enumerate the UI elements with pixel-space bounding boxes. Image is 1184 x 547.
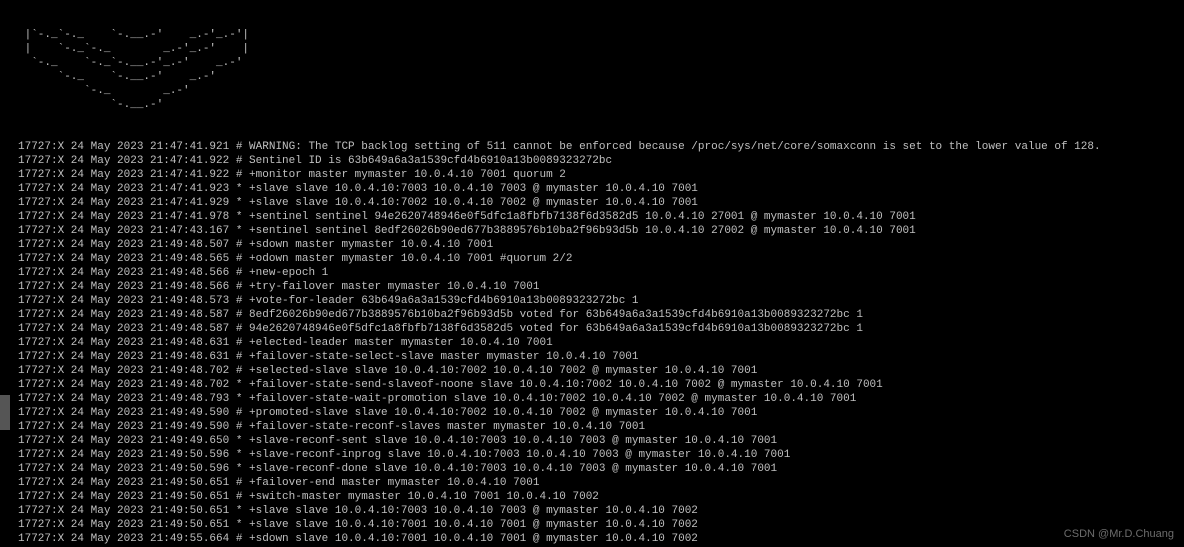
ascii-art-line: `-._ `-._`-.__.-'_.-' _.-' bbox=[18, 56, 1180, 70]
ascii-art-block: |`-._`-._ `-.__.-' _.-'_.-'| | `-._`-._ … bbox=[18, 28, 1180, 112]
log-line: 17727:X 24 May 2023 21:49:50.651 # +fail… bbox=[18, 476, 1180, 490]
log-line: 17727:X 24 May 2023 21:47:41.921 # WARNI… bbox=[18, 140, 1180, 154]
log-line: 17727:X 24 May 2023 21:47:41.922 # Senti… bbox=[18, 154, 1180, 168]
ascii-art-line: `-._ _.-' bbox=[18, 84, 1180, 98]
log-line: 17727:X 24 May 2023 21:49:49.590 # +prom… bbox=[18, 406, 1180, 420]
ascii-art-line: | `-._`-._ _.-'_.-' | bbox=[18, 42, 1180, 56]
log-line: 17727:X 24 May 2023 21:47:41.922 # +moni… bbox=[18, 168, 1180, 182]
log-line: 17727:X 24 May 2023 21:49:48.587 # 94e26… bbox=[18, 322, 1180, 336]
log-line: 17727:X 24 May 2023 21:49:48.573 # +vote… bbox=[18, 294, 1180, 308]
log-line: 17727:X 24 May 2023 21:49:48.565 # +odow… bbox=[18, 252, 1180, 266]
log-line: 17727:X 24 May 2023 21:49:50.651 # +swit… bbox=[18, 490, 1180, 504]
vertical-scrollbar-track[interactable] bbox=[0, 0, 10, 547]
log-line: 17727:X 24 May 2023 21:49:48.566 # +try-… bbox=[18, 280, 1180, 294]
watermark-text: CSDN @Mr.D.Chuang bbox=[1064, 527, 1174, 541]
log-line: 17727:X 24 May 2023 21:49:50.596 * +slav… bbox=[18, 448, 1180, 462]
log-line: 17727:X 24 May 2023 21:49:48.631 # +fail… bbox=[18, 350, 1180, 364]
log-line: 17727:X 24 May 2023 21:49:55.664 # +sdow… bbox=[18, 532, 1180, 546]
ascii-art-line: `-._ `-.__.-' _.-' bbox=[18, 70, 1180, 84]
log-line: 17727:X 24 May 2023 21:49:49.590 # +fail… bbox=[18, 420, 1180, 434]
log-line: 17727:X 24 May 2023 21:49:48.587 # 8edf2… bbox=[18, 308, 1180, 322]
vertical-scrollbar-thumb[interactable] bbox=[0, 395, 10, 430]
log-line: 17727:X 24 May 2023 21:47:41.923 * +slav… bbox=[18, 182, 1180, 196]
log-line: 17727:X 24 May 2023 21:47:41.929 * +slav… bbox=[18, 196, 1180, 210]
log-line: 17727:X 24 May 2023 21:49:48.507 # +sdow… bbox=[18, 238, 1180, 252]
log-line: 17727:X 24 May 2023 21:47:41.978 * +sent… bbox=[18, 210, 1180, 224]
terminal-output: |`-._`-._ `-.__.-' _.-'_.-'| | `-._`-._ … bbox=[14, 0, 1184, 547]
log-line: 17727:X 24 May 2023 21:47:43.167 * +sent… bbox=[18, 224, 1180, 238]
log-line: 17727:X 24 May 2023 21:49:49.650 * +slav… bbox=[18, 434, 1180, 448]
log-line: 17727:X 24 May 2023 21:49:50.651 * +slav… bbox=[18, 504, 1180, 518]
log-line: 17727:X 24 May 2023 21:49:48.631 # +elec… bbox=[18, 336, 1180, 350]
log-line: 17727:X 24 May 2023 21:49:48.793 * +fail… bbox=[18, 392, 1180, 406]
log-line: 17727:X 24 May 2023 21:49:48.566 # +new-… bbox=[18, 266, 1180, 280]
ascii-art-line: `-.__.-' bbox=[18, 98, 1180, 112]
log-output-block: 17727:X 24 May 2023 21:47:41.921 # WARNI… bbox=[18, 140, 1180, 546]
ascii-art-line: |`-._`-._ `-.__.-' _.-'_.-'| bbox=[18, 28, 1180, 42]
log-line: 17727:X 24 May 2023 21:49:48.702 * +fail… bbox=[18, 378, 1180, 392]
log-line: 17727:X 24 May 2023 21:49:50.596 * +slav… bbox=[18, 462, 1180, 476]
log-line: 17727:X 24 May 2023 21:49:50.651 * +slav… bbox=[18, 518, 1180, 532]
log-line: 17727:X 24 May 2023 21:49:48.702 # +sele… bbox=[18, 364, 1180, 378]
